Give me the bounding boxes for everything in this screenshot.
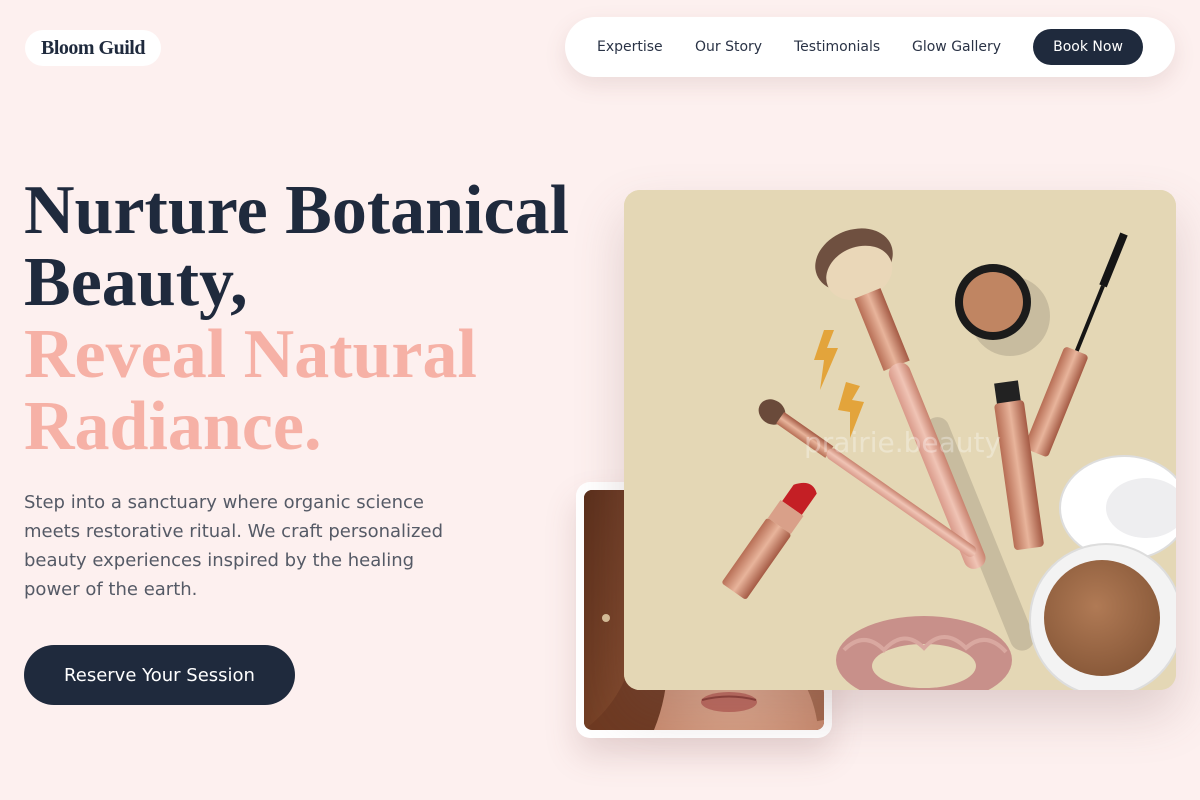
hero-description: Step into a sanctuary where organic scie… [24,492,443,600]
headline-line-2: Beauty, [24,244,248,321]
book-now-button[interactable]: Book Now [1033,29,1143,65]
image-watermark: prairie.beauty [804,426,1001,459]
nav-link-expertise[interactable]: Expertise [597,17,663,77]
makeup-flatlay-image: prairie.beauty [624,190,1176,690]
headline-line-3: Reveal Natural [24,316,477,393]
nav-link-our-story[interactable]: Our Story [695,17,762,77]
reserve-session-button[interactable]: Reserve Your Session [24,645,295,705]
brand-logo[interactable]: Bloom Guild [25,30,161,66]
hero-headline: Nurture Botanical Beauty, Reveal Natural… [24,175,569,463]
makeup-flatlay-illustration: prairie.beauty [624,190,1176,690]
nav-link-testimonials[interactable]: Testimonials [794,17,880,77]
headline-line-1: Nurture Botanical [24,172,570,249]
headline-line-4: Radiance. [24,388,322,465]
nav-link-glow-gallery[interactable]: Glow Gallery [912,17,1001,77]
top-nav: Expertise Our Story Testimonials Glow Ga… [565,17,1175,77]
